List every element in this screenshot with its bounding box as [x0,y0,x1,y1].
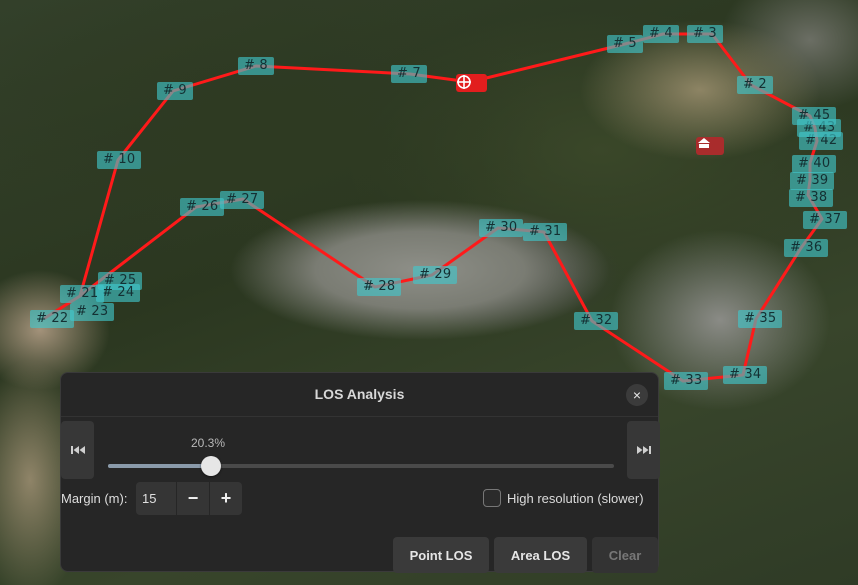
los-analysis-dialog: LOS Analysis × 20.3% Margin (m): 15 − + … [60,372,660,573]
waypoint-label[interactable]: # 7 [391,65,427,83]
waypoint-label[interactable]: # 40 [792,155,837,173]
margin-stepper[interactable]: 15 − + [136,482,242,515]
close-icon: × [632,387,642,403]
waypoint-label[interactable]: # 33 [664,372,709,390]
waypoint-label[interactable]: # 5 [607,35,643,53]
waypoint-label[interactable]: # 32 [574,312,619,330]
waypoint-label[interactable]: # 9 [157,82,193,100]
slider-thumb[interactable] [200,456,221,476]
home-icon [698,138,710,148]
waypoint-label[interactable]: # 27 [220,191,265,209]
slider-fill [108,464,211,468]
waypoint-label[interactable]: # 35 [738,310,783,328]
waypoint-label[interactable]: # 39 [790,172,835,190]
progress-percent: 20.3% [191,436,226,450]
decrement-button[interactable]: − [176,482,209,515]
skip-forward-icon [636,446,651,454]
home-marker[interactable] [696,137,724,155]
skip-to-start-button[interactable] [61,421,94,479]
waypoint-label[interactable]: # 10 [97,151,142,169]
waypoint-label[interactable]: # 3 [687,25,723,43]
crosshair-icon [457,75,471,89]
high-resolution-option[interactable]: High resolution (slower) [483,489,644,507]
area-los-button[interactable]: Area LOS [494,537,587,573]
progress-slider[interactable] [108,456,614,476]
high-resolution-checkbox[interactable] [483,489,501,507]
increment-button[interactable]: + [209,482,242,515]
waypoint-label[interactable]: # 23 [70,303,115,321]
waypoint-label[interactable]: # 45 [792,107,837,125]
high-resolution-label: High resolution (slower) [507,490,644,506]
waypoint-label[interactable]: # 30 [479,219,524,237]
margin-label: Margin (m): [61,491,128,506]
skip-to-end-button[interactable] [627,421,660,479]
point-los-button[interactable]: Point LOS [393,537,489,573]
dialog-header: LOS Analysis × [61,373,658,417]
dialog-title: LOS Analysis [314,386,405,402]
waypoint-label[interactable]: # 26 [180,198,225,216]
target-marker[interactable] [456,74,487,92]
skip-back-icon [70,446,85,454]
waypoint-label[interactable]: # 29 [413,266,458,284]
waypoint-label[interactable]: # 31 [523,223,568,241]
clear-button[interactable]: Clear [592,537,658,573]
waypoint-label[interactable]: # 4 [643,25,679,43]
waypoint-label[interactable]: # 28 [357,278,402,296]
margin-value-input[interactable]: 15 [136,482,176,515]
waypoint-label[interactable]: # 2 [737,76,773,94]
waypoint-label[interactable]: # 21 [60,285,105,303]
waypoint-label[interactable]: # 8 [238,57,274,75]
close-button[interactable]: × [626,384,648,406]
waypoint-label[interactable]: # 38 [789,189,834,207]
waypoint-label[interactable]: # 34 [723,366,768,384]
waypoint-label[interactable]: # 37 [803,211,848,229]
waypoint-label[interactable]: # 22 [30,310,75,328]
waypoint-label[interactable]: # 36 [784,239,829,257]
